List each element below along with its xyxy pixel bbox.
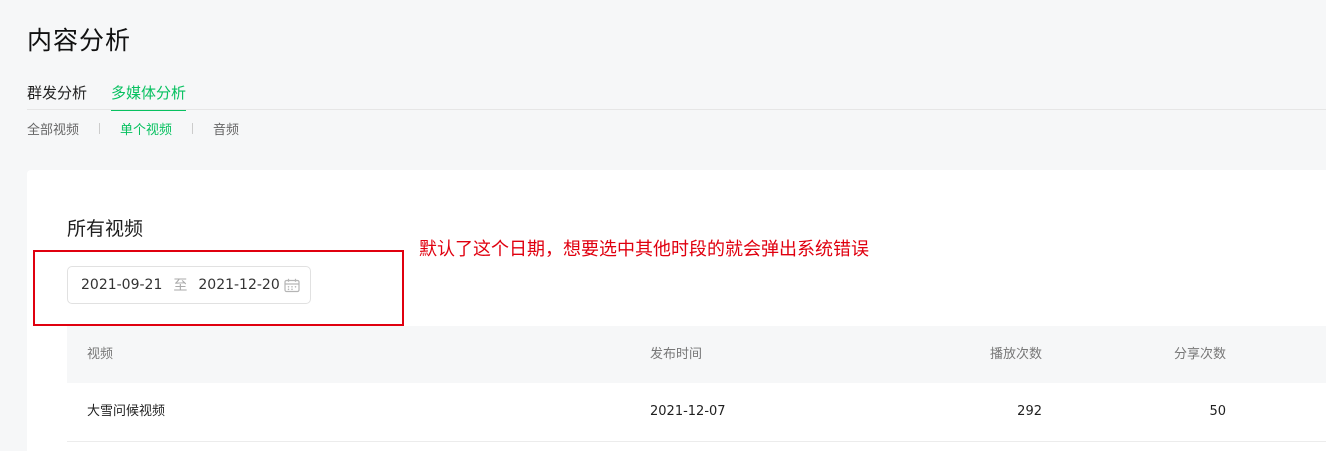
page-title: 内容分析: [27, 26, 132, 55]
main-tabs: 群发分析 多媒体分析: [27, 82, 187, 111]
subtab-all-videos[interactable]: 全部视频: [27, 119, 79, 138]
subtab-divider: [192, 123, 194, 134]
tab-mass-analysis[interactable]: 群发分析: [27, 82, 87, 111]
section-title: 所有视频: [67, 218, 144, 240]
table-header: 视频 发布时间 播放次数 分享次数: [67, 326, 1326, 383]
column-header-publish-time: 发布时间: [650, 347, 703, 362]
column-header-plays: 播放次数: [989, 347, 1042, 362]
plays-cell: 292: [1017, 404, 1042, 419]
publish-time-cell: 2021-12-07: [650, 404, 726, 419]
shares-cell: 50: [1209, 404, 1226, 419]
table-row[interactable]: 大雪问候视频 2021-12-07 292 50: [67, 383, 1326, 442]
video-title-cell[interactable]: 大雪问候视频: [87, 383, 165, 440]
column-header-video: 视频: [87, 347, 114, 362]
subtab-divider: [99, 123, 101, 134]
sub-tabs: 全部视频 单个视频 音频: [27, 119, 239, 138]
tab-multimedia-analysis[interactable]: 多媒体分析: [111, 82, 187, 111]
tabs-divider: [27, 109, 1326, 110]
annotation-text: 默认了这个日期，想要选中其他时段的就会弹出系统错误: [419, 239, 869, 260]
annotation-highlight-box: [33, 250, 404, 326]
subtab-audio[interactable]: 音频: [213, 119, 239, 138]
subtab-single-video[interactable]: 单个视频: [120, 119, 172, 138]
column-header-shares: 分享次数: [1173, 347, 1226, 362]
